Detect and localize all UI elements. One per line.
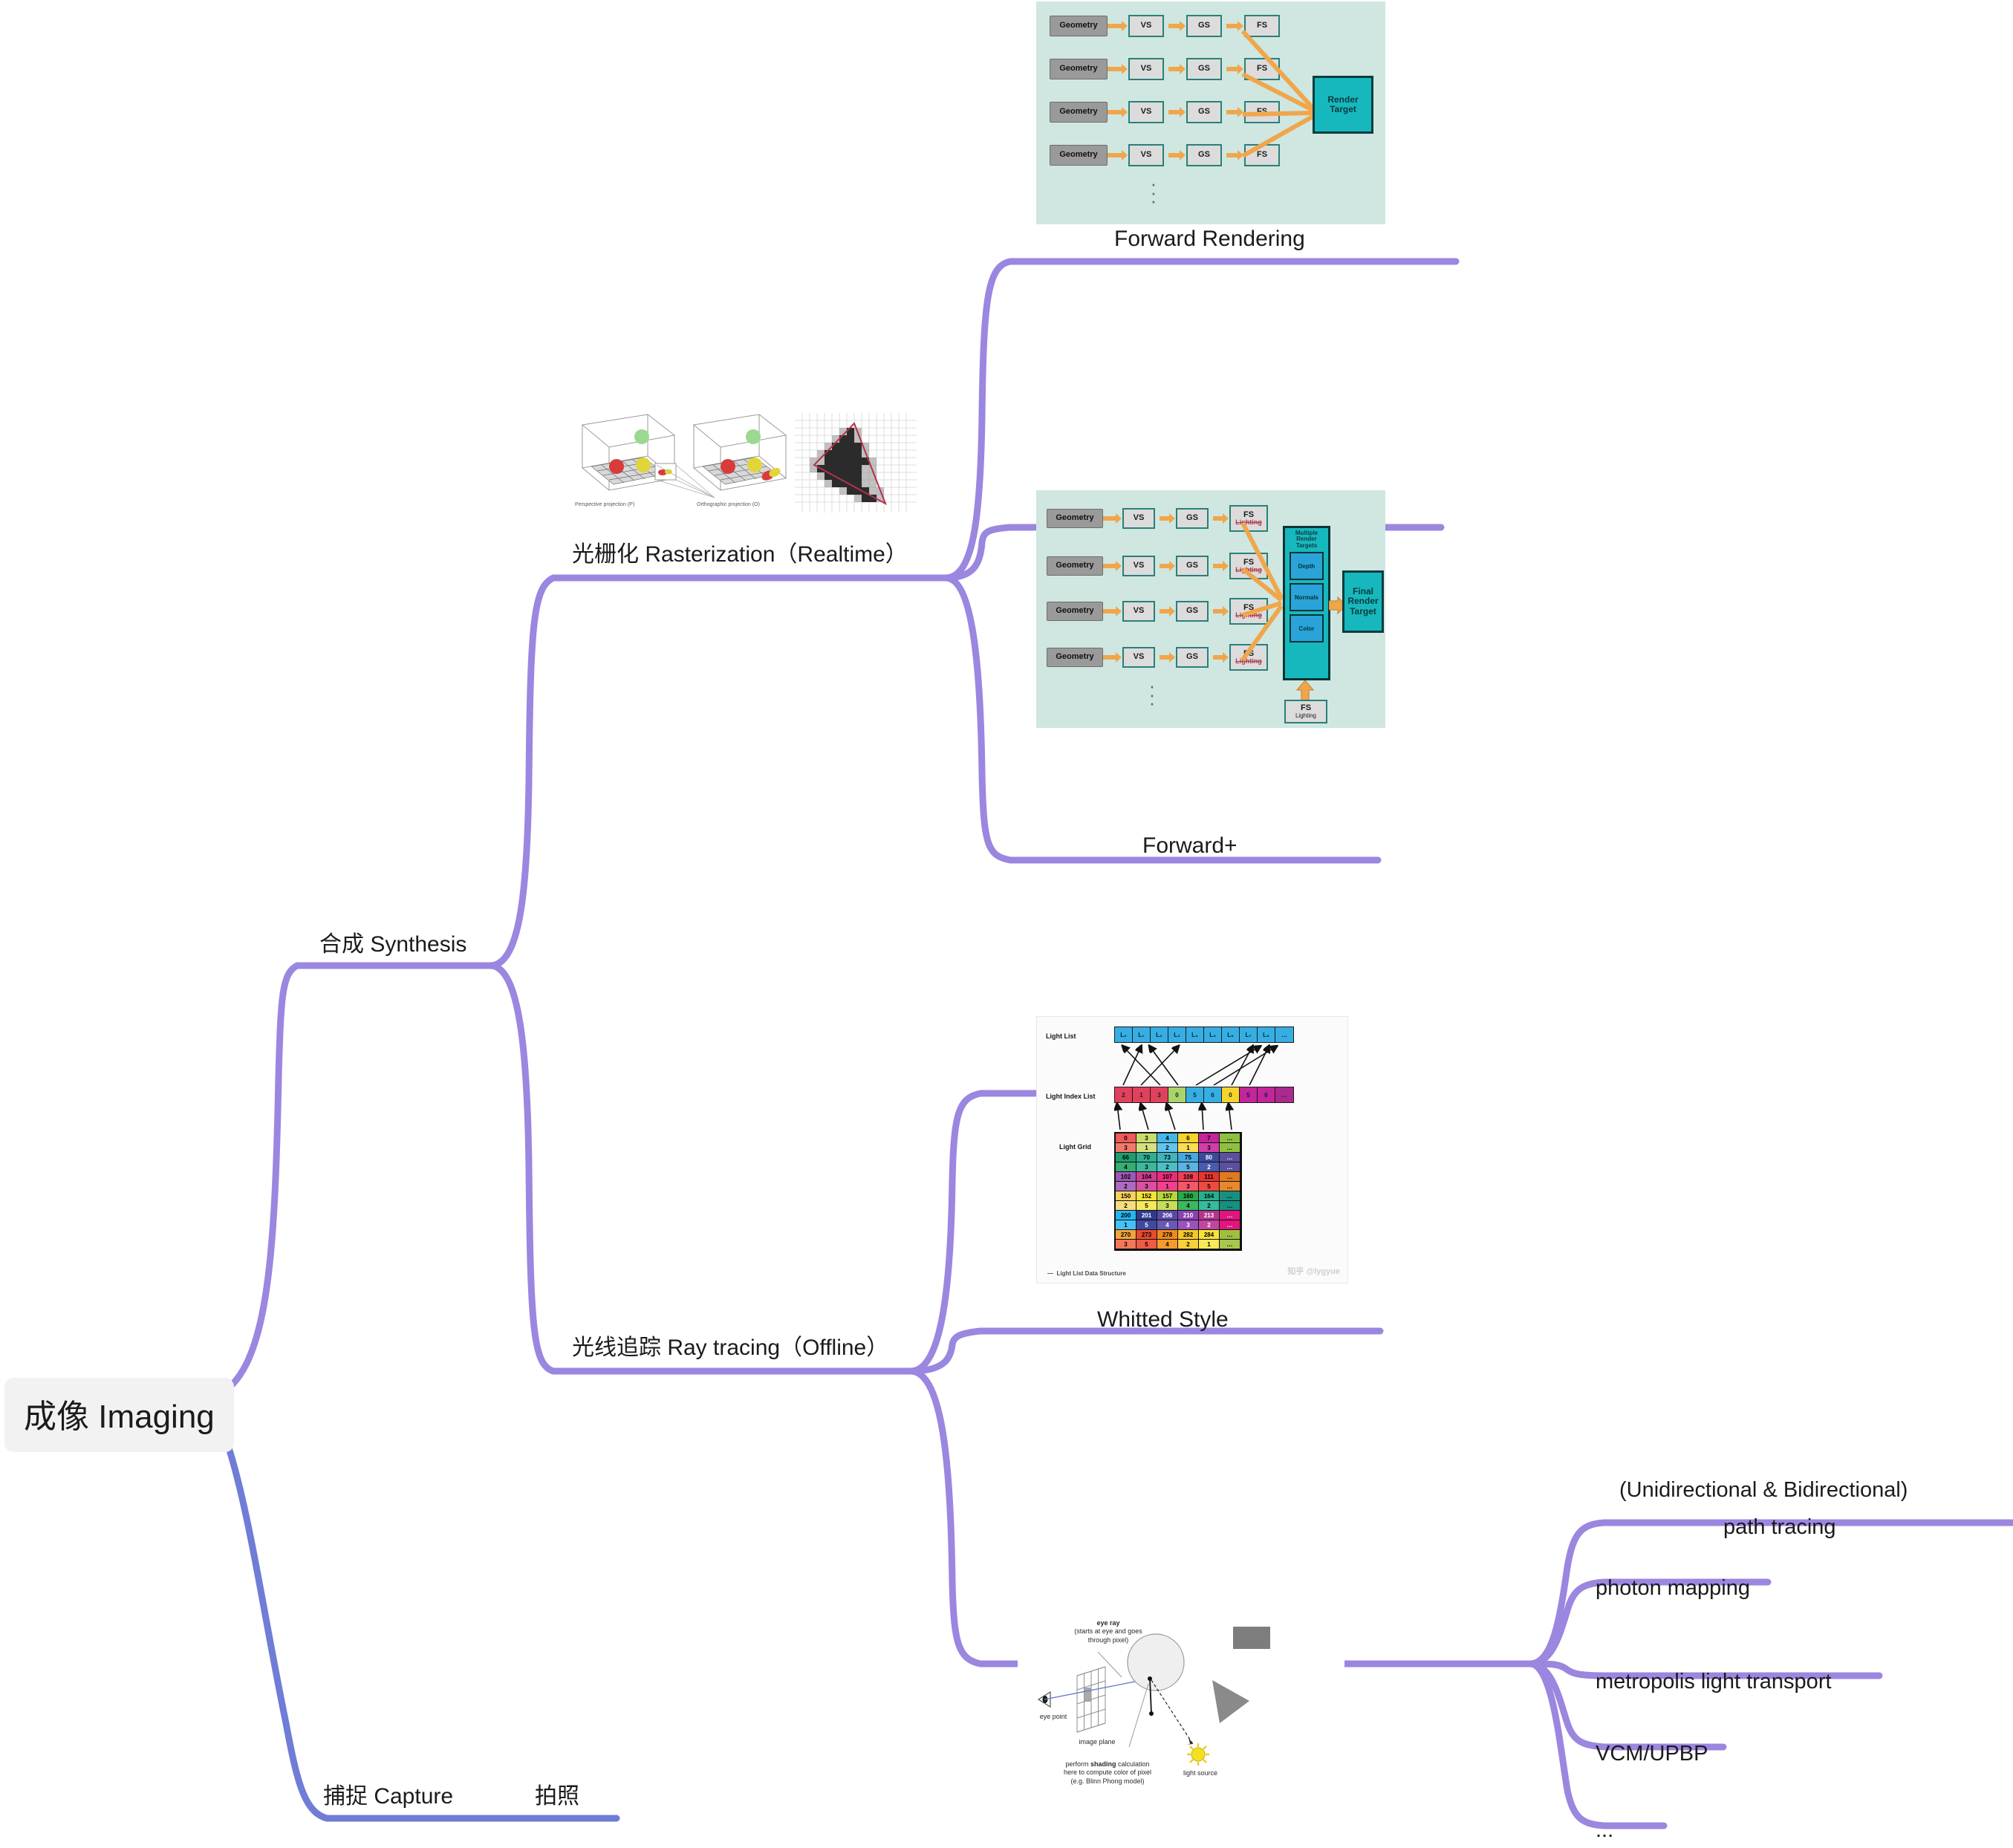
thumbnail-ray-casting: eye ray (starts at eye and goes through … [1018, 1613, 1344, 1799]
render-target-line2: Target [1330, 104, 1356, 114]
branch-capture-label: 捕捉 Capture [323, 1784, 454, 1809]
method-ellipsis-label: ... [1596, 1818, 1614, 1842]
orthographic-projection-caption: Orthographic projection (O) [697, 502, 760, 507]
leaf-forward-plus-label: Forward+ [1142, 833, 1238, 858]
method-path-tracing[interactable]: path tracing [1723, 1515, 1836, 1540]
thumbnail-forward-plus: Light List L₀ L₁ L₂ L₃ L₄ L₅ L₆ L₇ L₈ … … [1036, 1016, 1348, 1283]
fs-lighting-l2: Lighting [1295, 712, 1317, 719]
eye-ray-annotation: eye ray (starts at eye and goes through … [1053, 1619, 1164, 1644]
mrt-title: Multiple Render Targets [1295, 530, 1318, 549]
branch-rasterization[interactable]: 光栅化 Rasterization（Realtime） [572, 542, 908, 568]
perspective-projection-caption: Perspective projection (P) [575, 502, 635, 507]
shading-l1a: perform [1065, 1760, 1090, 1768]
leaf-whitted-style[interactable]: Whitted Style [1097, 1307, 1229, 1333]
mrt-cell-color: Color [1290, 614, 1324, 643]
shading-l1c: calculation [1116, 1760, 1150, 1768]
eye-point-label: eye point [1039, 1713, 1067, 1720]
branch-capture-child-label: 拍照 [535, 1784, 579, 1809]
method-ellipsis[interactable]: ... [1596, 1818, 1613, 1843]
branch-rasterization-label: 光栅化 Rasterization（Realtime） [572, 542, 908, 567]
grid-connector-arrows [1037, 1017, 1348, 1130]
eye-ray-l1: eye ray [1096, 1619, 1120, 1627]
thumbnail-forward-rendering: Geometry VS GS FS Geometry VS GS FS Geom… [1036, 1, 1385, 224]
mindmap-canvas: 成像 Imaging 合成 Synthesis 捕捉 Capture 拍照 光栅… [0, 0, 2013, 1848]
render-target-box: Render Target [1313, 76, 1373, 134]
shading-l2: here to compute color of pixel [1063, 1769, 1152, 1777]
thumbnail-rasterization: Perspective projection (P) Orthographic … [566, 410, 920, 515]
leaf-forward-rendering[interactable]: Forward Rendering [1114, 227, 1305, 253]
watermark: 知乎 @lygyue [1287, 1267, 1340, 1276]
mrt-cell-normals: Normals [1290, 583, 1324, 612]
shading-l1b: shading [1090, 1760, 1116, 1768]
leaf-whitted-style-label: Whitted Style [1097, 1307, 1229, 1332]
path-tracing-note: (Unidirectional & Bidirectional) [1619, 1478, 1908, 1503]
leaf-forward-rendering-label: Forward Rendering [1114, 227, 1305, 251]
mrt-cell-depth: Depth [1290, 552, 1324, 581]
projection-drawing [581, 413, 917, 513]
branch-synthesis-label: 合成 Synthesis [319, 932, 467, 957]
branch-raytracing[interactable]: 光线追踪 Ray tracing（Offline） [572, 1335, 888, 1361]
shading-annotation: perform shading calculation here to comp… [1052, 1760, 1163, 1786]
method-path-tracing-label: path tracing [1723, 1515, 1836, 1539]
leaf-forward-plus[interactable]: Forward+ [1142, 833, 1238, 859]
final-target-l3: Target [1350, 605, 1376, 616]
eye-ray-l2: (starts at eye and goes [1074, 1627, 1142, 1636]
mrt-title-l3: Targets [1295, 541, 1318, 549]
method-metropolis-light-transport[interactable]: metropolis light transport [1596, 1670, 1832, 1694]
mrt-cell-depth-label: Depth [1298, 562, 1316, 570]
method-vcm-upbp-label: VCM/UPBP [1596, 1742, 1708, 1766]
root-node-label: 成像 Imaging [24, 1399, 215, 1435]
branch-capture[interactable]: 捕捉 Capture [323, 1784, 453, 1810]
thumbnail-deferred-rendering: Geometry VS GS FS Lighting Geometry VS G… [1036, 490, 1385, 728]
method-photon-mapping-label: photon mapping [1596, 1576, 1750, 1600]
fs-lighting-box: FS Lighting [1284, 700, 1327, 723]
method-photon-mapping[interactable]: photon mapping [1596, 1576, 1750, 1601]
path-tracing-note-label: (Unidirectional & Bidirectional) [1619, 1478, 1908, 1502]
vertical-ellipsis-icon: · · · [1148, 674, 1156, 715]
fs-lighting-l1: FS [1300, 703, 1312, 713]
mindmap-edges [212, 258, 2013, 1829]
mrt-cell-color-label: Color [1298, 625, 1315, 632]
final-render-target-box: Final Render Target [1342, 570, 1384, 633]
shading-l3: (e.g. Blinn Phong model) [1070, 1777, 1145, 1785]
image-plane-label: image plane [1079, 1738, 1116, 1745]
branch-synthesis[interactable]: 合成 Synthesis [319, 932, 466, 958]
final-target-l2: Render [1347, 596, 1379, 607]
multiple-render-targets-box: Multiple Render Targets Depth Normals Co… [1283, 526, 1330, 680]
branch-raytracing-label: 光线追踪 Ray tracing（Offline） [572, 1335, 889, 1360]
mrt-cell-normals-label: Normals [1294, 593, 1318, 601]
light-source-label: light source [1183, 1769, 1218, 1777]
forward-plus-caption: — Light List Data Structure [1047, 1270, 1126, 1277]
eye-ray-l3: through pixel) [1087, 1636, 1129, 1644]
method-metropolis-label: metropolis light transport [1596, 1670, 1832, 1694]
arrow-icon [1296, 680, 1314, 701]
root-node[interactable]: 成像 Imaging [4, 1378, 234, 1452]
method-vcm-upbp[interactable]: VCM/UPBP [1596, 1742, 1708, 1766]
branch-capture-child[interactable]: 拍照 [535, 1784, 579, 1810]
vertical-ellipsis-icon: · · · [1150, 172, 1157, 212]
